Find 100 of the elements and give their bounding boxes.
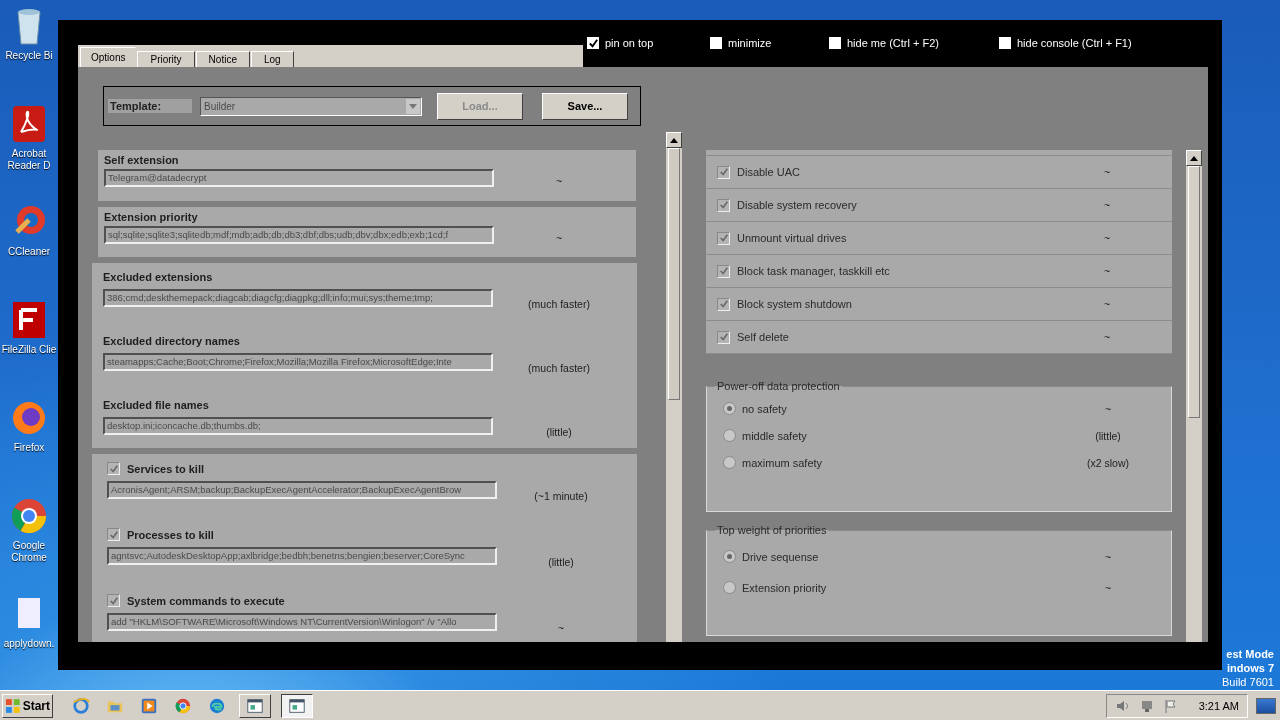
group-title: Top weight of priorities [716,524,828,536]
field-label: Excluded directory names [103,335,240,348]
checkbox-label[interactable]: hide console (Ctrl + F1) [1017,37,1132,49]
option-note: ~ [1103,581,1113,594]
option-note: ~ [1104,199,1111,211]
checkbox[interactable] [999,37,1011,49]
checkbox-label[interactable]: minimize [728,37,772,49]
checkbox[interactable] [107,528,120,541]
window-icon [288,696,306,715]
radio-button[interactable] [723,581,736,594]
text-field[interactable]: desktop.ini;iconcache.db;thumbs.db; [103,417,493,436]
window-icon [246,696,264,715]
desktop-icon-label[interactable]: applydown. [3,638,55,650]
field-label: Processes to kill [127,528,214,541]
desktop-icon-label[interactable]: Google Chrome [11,540,47,564]
radio-label[interactable]: middle safety [742,429,1072,442]
show-desktop-button[interactable] [1256,697,1276,714]
option-label[interactable]: Block task manager, taskkill etc [737,265,1097,277]
option-label[interactable]: Disable system recovery [737,199,1097,211]
option-note: ~ [1103,402,1113,415]
checkbox[interactable] [710,37,722,49]
text-field[interactable]: 386;cmd;deskthemepack;diagcab;diagcfg;diagpkg;dll;info;mui;sys;theme;tmp; [103,289,493,308]
checkbox[interactable] [717,264,730,278]
option-note: (x2 slow) [1086,456,1130,469]
text-field[interactable]: agntsvc;AutodeskDesktopApp;axlbridge;bedbh;benetns;bengien;beserver;CoreSync [107,547,497,565]
radio-label[interactable]: Drive sequense [742,550,1072,563]
button[interactable]: Save... [542,92,628,120]
tab[interactable]: Options [80,47,137,67]
scrollbar[interactable] [666,132,682,642]
option-note: ~ [1104,265,1111,277]
radio-button[interactable] [723,402,736,415]
checkbox-label[interactable]: hide me (Ctrl + F2) [847,37,939,49]
field-note: (little) [547,556,575,568]
checkbox[interactable] [717,231,730,245]
browser-icon[interactable] [9,496,49,536]
radio-label[interactable]: maximum safety [742,456,1072,469]
checkbox[interactable] [107,594,120,607]
option-label[interactable]: Self delete [737,331,1097,343]
option-label[interactable]: Unmount virtual drives [737,232,1097,244]
up-arrow-icon[interactable] [670,137,678,143]
browser-icon [174,696,192,715]
field-label: Excluded extensions [103,271,213,284]
field-label: Extension priority [104,210,198,223]
taskbar-button[interactable] [281,693,313,718]
field-label: System commands to execute [127,594,285,607]
checkbox[interactable] [587,37,599,49]
scrollbar[interactable] [1186,150,1202,642]
field-note: (much faster) [527,362,591,375]
clock[interactable]: 3:21 AM [1198,699,1239,712]
globe-icon [72,696,90,715]
desktop-icon-label[interactable]: FileZilla Clie [1,344,57,356]
start-button[interactable]: Start [2,693,53,718]
field-label: Self extension [104,154,179,166]
option-label[interactable]: Disable UAC [737,166,1097,178]
option-note: (little) [1094,429,1122,442]
tab[interactable]: Log [250,51,294,67]
field-note: (little) [545,426,573,439]
checkbox[interactable] [717,330,730,344]
text-field[interactable]: add "HKLM\SOFTWARE\Microsoft\Windows NT\CurrentVersion\Winlogon" /v "Allo [107,613,497,631]
play-icon [140,696,158,715]
field-note: ~ [554,231,564,244]
os-notice-text: Build 7601 [1222,675,1274,689]
checkbox[interactable] [107,462,120,475]
field-note: ~ [554,175,564,187]
desktop-icon-label[interactable]: Acrobat Reader D [7,148,51,172]
template-label: Template: [108,99,192,113]
radio-button[interactable] [723,429,736,442]
field-label: Excluded file names [103,399,209,412]
text-field[interactable]: AcronisAgent;ARSM;backup;BackupExecAgentAccelerator;BackupExecAgentBrow [107,481,497,499]
text-field[interactable]: sql;sqlite;sqlite3;sqlitedb;mdf;mdb;adb;db;db3;dbf;dbs;udb;dbv;dbx;edb;exb;1cd;f [104,225,494,244]
flag-icon[interactable] [1162,697,1179,714]
field-note: (~1 minute) [533,490,589,502]
desktop-icon-label[interactable]: Firefox [13,442,45,454]
template-dropdown[interactable]: Builder [200,96,422,116]
option-note: ~ [1104,166,1111,178]
checkbox[interactable] [717,297,730,311]
field-note: ~ [556,622,566,634]
desktop-icon-label[interactable]: Recycle Bi [5,50,53,62]
field-label: Services to kill [127,462,205,475]
swirl-icon [208,696,226,715]
field-note: (much faster) [527,298,591,311]
windows-logo-icon [5,697,21,714]
radio-button[interactable] [723,550,736,563]
tab[interactable]: Priority [137,51,195,67]
checkbox[interactable] [829,37,841,49]
text-field[interactable]: steamapps;Cache;Boot;Chrome;Firefox;Mozilla;Mozilla Firefox;MicrosoftEdge;Inte [103,353,493,372]
up-arrow-icon[interactable] [1190,155,1198,161]
checkbox-label[interactable]: pin on top [605,37,654,49]
os-notice-text: est Mode [1226,647,1274,661]
desktop-icon-label[interactable]: CCleaner [7,246,51,258]
radio-button[interactable] [723,456,736,469]
checkbox[interactable] [717,165,730,179]
os-notice-text: indows 7 [1226,661,1274,675]
checkbox[interactable] [717,198,730,212]
option-label[interactable]: Block system shutdown [737,298,1097,310]
tab[interactable]: Notice [195,51,250,67]
radio-label[interactable]: Extension priority [742,581,1072,594]
radio-label[interactable]: no safety [742,402,1072,415]
caret-icon [409,103,417,109]
text-field[interactable]: Telegram@datadecrypt [104,169,494,187]
